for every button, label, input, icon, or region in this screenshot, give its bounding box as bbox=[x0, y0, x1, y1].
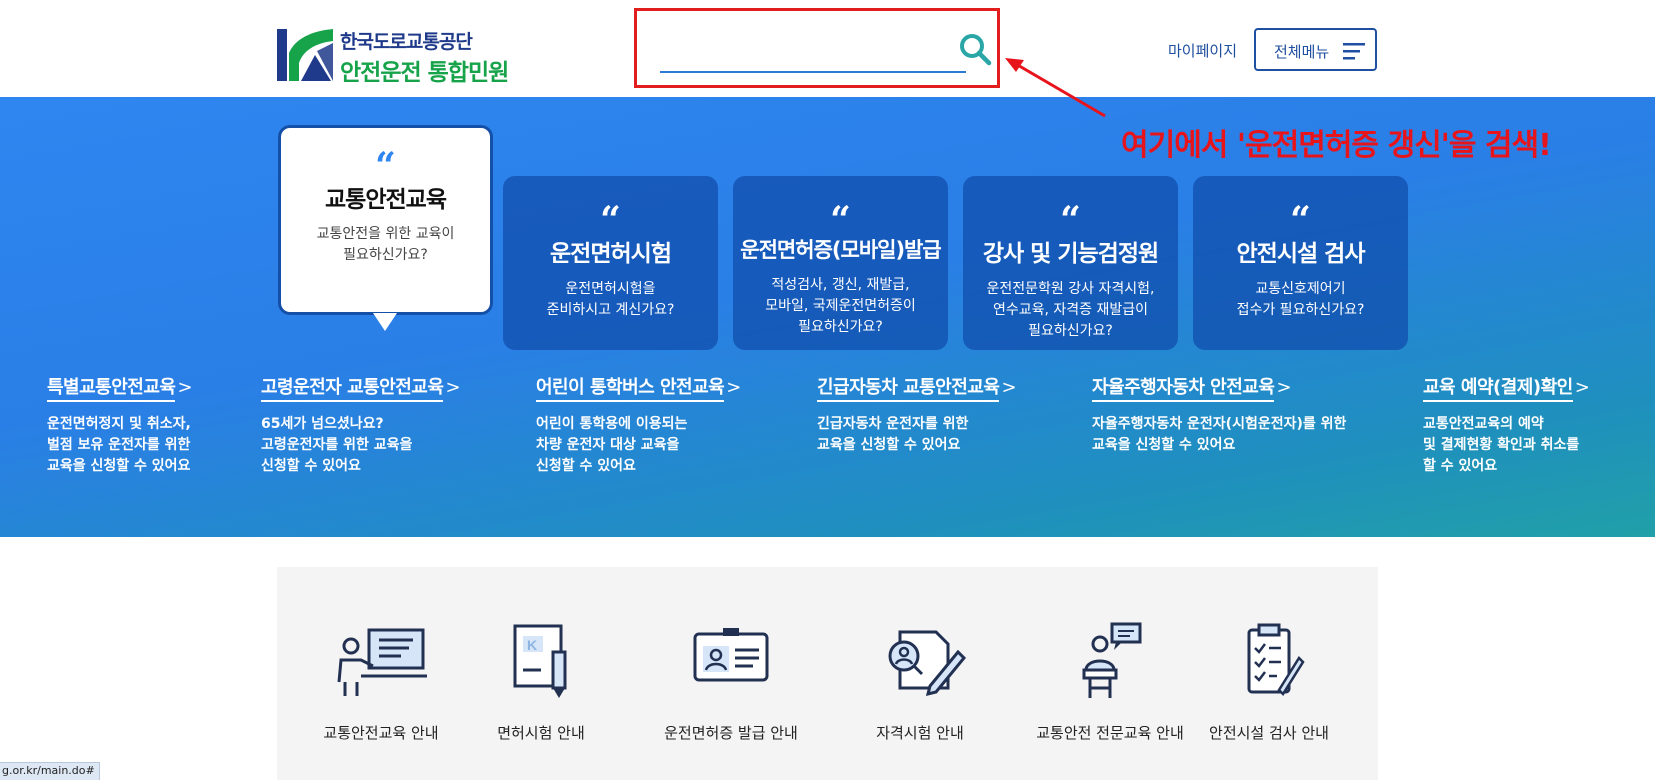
card-driver-license-exam[interactable]: “ 운전면허시험 운전면허시험을 준비하시고 계신가요? bbox=[503, 176, 718, 350]
search-box-highlight bbox=[634, 8, 1000, 88]
quick-item-safety-facility-inspection[interactable]: 안전시설 검사 안내 bbox=[1194, 622, 1344, 743]
chevron-right-icon: > bbox=[177, 377, 193, 398]
quick-item-license-exam[interactable]: K 면허시험 안내 bbox=[481, 622, 601, 743]
page: 한국도로교통공단 안전운전 통합민원 마이페이지 전체메뉴 “ 교통안전교육 교… bbox=[0, 0, 1655, 780]
site-header: 한국도로교통공단 안전운전 통합민원 마이페이지 전체메뉴 bbox=[0, 0, 1655, 97]
card-description: 교통신호제어기 접수가 필요하신가요? bbox=[1236, 281, 1365, 318]
link-description: 긴급자동차 운전자를 위한 교육을 신청할 수 있어요 bbox=[817, 416, 969, 453]
quote-icon: “ bbox=[600, 199, 621, 241]
card-title: 운전면허시험 bbox=[550, 241, 672, 267]
quick-item-label: 교통안전교육 안내 bbox=[323, 724, 439, 742]
card-safety-facility-inspection[interactable]: “ 안전시설 검사 교통신호제어기 접수가 필요하신가요? bbox=[1193, 176, 1408, 350]
annotation-text: 여기에서 '운전면허증 갱신'을 검색! bbox=[1121, 128, 1552, 163]
link-title[interactable]: 특별교통안전교육 > bbox=[47, 373, 193, 402]
card-title: 안전시설 검사 bbox=[1236, 241, 1366, 267]
link-title[interactable]: 교육 예약(결제)확인 > bbox=[1423, 373, 1590, 402]
license-test-icon: K bbox=[513, 624, 567, 698]
quote-icon: “ bbox=[830, 199, 851, 241]
svg-text:K: K bbox=[527, 637, 537, 653]
quote-icon: “ bbox=[1060, 199, 1081, 241]
all-menu-button[interactable]: 전체메뉴 bbox=[1254, 28, 1377, 71]
card-instructor-examiner[interactable]: “ 강사 및 기능검정원 운전전문학원 강사 자격시험, 연수교육, 자격증 재… bbox=[963, 176, 1178, 350]
chevron-right-icon: > bbox=[1574, 377, 1590, 398]
quick-item-label: 운전면허증 발급 안내 bbox=[664, 724, 798, 742]
link-description: 어린이 통학용에 이용되는 차량 운전자 대상 교육을 신청할 수 있어요 bbox=[536, 416, 688, 474]
logo-site-title: 안전운전 통합민원 bbox=[340, 60, 509, 86]
card-description: 운전전문학원 강사 자격시험, 연수교육, 자격증 재발급이 필요하신가요? bbox=[986, 281, 1155, 339]
search-icon[interactable] bbox=[957, 31, 993, 67]
link-emergency-vehicle-education[interactable]: 긴급자동차 교통안전교육 > 긴급자동차 운전자를 위한 교육을 신청할 수 있어… bbox=[817, 373, 1017, 456]
card-title: 강사 및 기능검정원 bbox=[982, 241, 1159, 267]
logo-org-name: 한국도로교통공단 bbox=[340, 31, 473, 53]
link-school-bus-education[interactable]: 어린이 통학버스 안전교육 > 어린이 통학용에 이용되는 차량 운전자 대상 교… bbox=[536, 373, 741, 477]
qualification-exam-icon bbox=[888, 630, 967, 697]
featured-card-pointer bbox=[373, 313, 397, 331]
quick-item-traffic-education[interactable]: 교통안전교육 안내 bbox=[311, 622, 451, 743]
card-title: 교통안전교육 bbox=[325, 187, 447, 213]
card-traffic-safety-education[interactable]: “ 교통안전교육 교통안전을 위한 교육이 필요하신가요? bbox=[278, 125, 493, 315]
quick-item-qualification-exam[interactable]: 자격시험 안내 bbox=[840, 622, 1000, 743]
site-logo[interactable]: 한국도로교통공단 안전운전 통합민원 bbox=[277, 27, 527, 86]
link-description: 교통안전교육의 예약 및 결제현황 확인과 취소를 할 수 있어요 bbox=[1423, 416, 1580, 474]
quote-icon: “ bbox=[375, 145, 396, 187]
all-menu-label: 전체메뉴 bbox=[1274, 43, 1330, 61]
link-education-reservation-check[interactable]: 교육 예약(결제)확인 > 교통안전교육의 예약 및 결제현황 확인과 취소를 할… bbox=[1423, 373, 1590, 477]
card-title: 운전면허증(모바일)발급 bbox=[740, 238, 941, 262]
koroad-logo-icon bbox=[277, 29, 333, 81]
quick-item-label: 안전시설 검사 안내 bbox=[1209, 724, 1329, 742]
status-bar-url: g.or.kr/main.do# bbox=[0, 762, 100, 780]
id-card-icon bbox=[693, 628, 769, 682]
card-description: 교통안전을 위한 교육이 필요하신가요? bbox=[316, 226, 455, 263]
link-description: 자율주행자동차 운전자(시험운전자)를 위한 교육을 신청할 수 있어요 bbox=[1092, 416, 1347, 453]
link-elderly-driver-education[interactable]: 고령운전자 교통안전교육 > 65세가 넘으셨나요? 고령운전자를 위한 교육을 … bbox=[261, 373, 461, 477]
quick-menu-panel: 교통안전교육 안내 K 면허시험 안내 운전면허증 발급 안내 자격시험 안내 … bbox=[277, 567, 1378, 780]
card-license-issuance[interactable]: “ 운전면허증(모바일)발급 적성검사, 갱신, 재발급, 모바일, 국제운전면… bbox=[733, 176, 948, 350]
card-description: 적성검사, 갱신, 재발급, 모바일, 국제운전면허증이 필요하신가요? bbox=[765, 277, 916, 335]
quick-item-license-issuance[interactable]: 운전면허증 발급 안내 bbox=[631, 622, 831, 743]
search-input[interactable] bbox=[660, 29, 966, 73]
speaker-podium-icon bbox=[1082, 622, 1142, 698]
link-title[interactable]: 자율주행자동차 안전교육 > bbox=[1092, 373, 1346, 402]
lecture-icon bbox=[337, 628, 427, 696]
quick-item-label: 자격시험 안내 bbox=[876, 724, 964, 742]
link-title[interactable]: 고령운전자 교통안전교육 > bbox=[261, 373, 461, 402]
quote-icon: “ bbox=[1290, 199, 1311, 241]
hamburger-icon bbox=[1343, 43, 1365, 60]
card-description: 운전면허시험을 준비하시고 계신가요? bbox=[546, 281, 675, 318]
chevron-right-icon: > bbox=[726, 377, 741, 398]
link-description: 운전면허정지 및 취소자, 벌점 보유 운전자를 위한 교육을 신청할 수 있어… bbox=[47, 416, 191, 474]
link-description: 65세가 넘으셨나요? 고령운전자를 위한 교육을 신청할 수 있어요 bbox=[261, 416, 413, 474]
mypage-link[interactable]: 마이페이지 bbox=[1168, 40, 1237, 61]
chevron-right-icon: > bbox=[1276, 377, 1292, 398]
chevron-right-icon: > bbox=[445, 377, 461, 398]
chevron-right-icon: > bbox=[1001, 377, 1017, 398]
link-title[interactable]: 긴급자동차 교통안전교육 > bbox=[817, 373, 1017, 402]
checklist-icon bbox=[1247, 623, 1305, 696]
quick-item-label: 면허시험 안내 bbox=[497, 724, 585, 742]
link-special-traffic-education[interactable]: 특별교통안전교육 > 운전면허정지 및 취소자, 벌점 보유 운전자를 위한 교육… bbox=[47, 373, 193, 477]
link-autonomous-vehicle-education[interactable]: 자율주행자동차 안전교육 > 자율주행자동차 운전자(시험운전자)를 위한 교육을… bbox=[1092, 373, 1346, 456]
link-title[interactable]: 어린이 통학버스 안전교육 > bbox=[536, 373, 741, 402]
